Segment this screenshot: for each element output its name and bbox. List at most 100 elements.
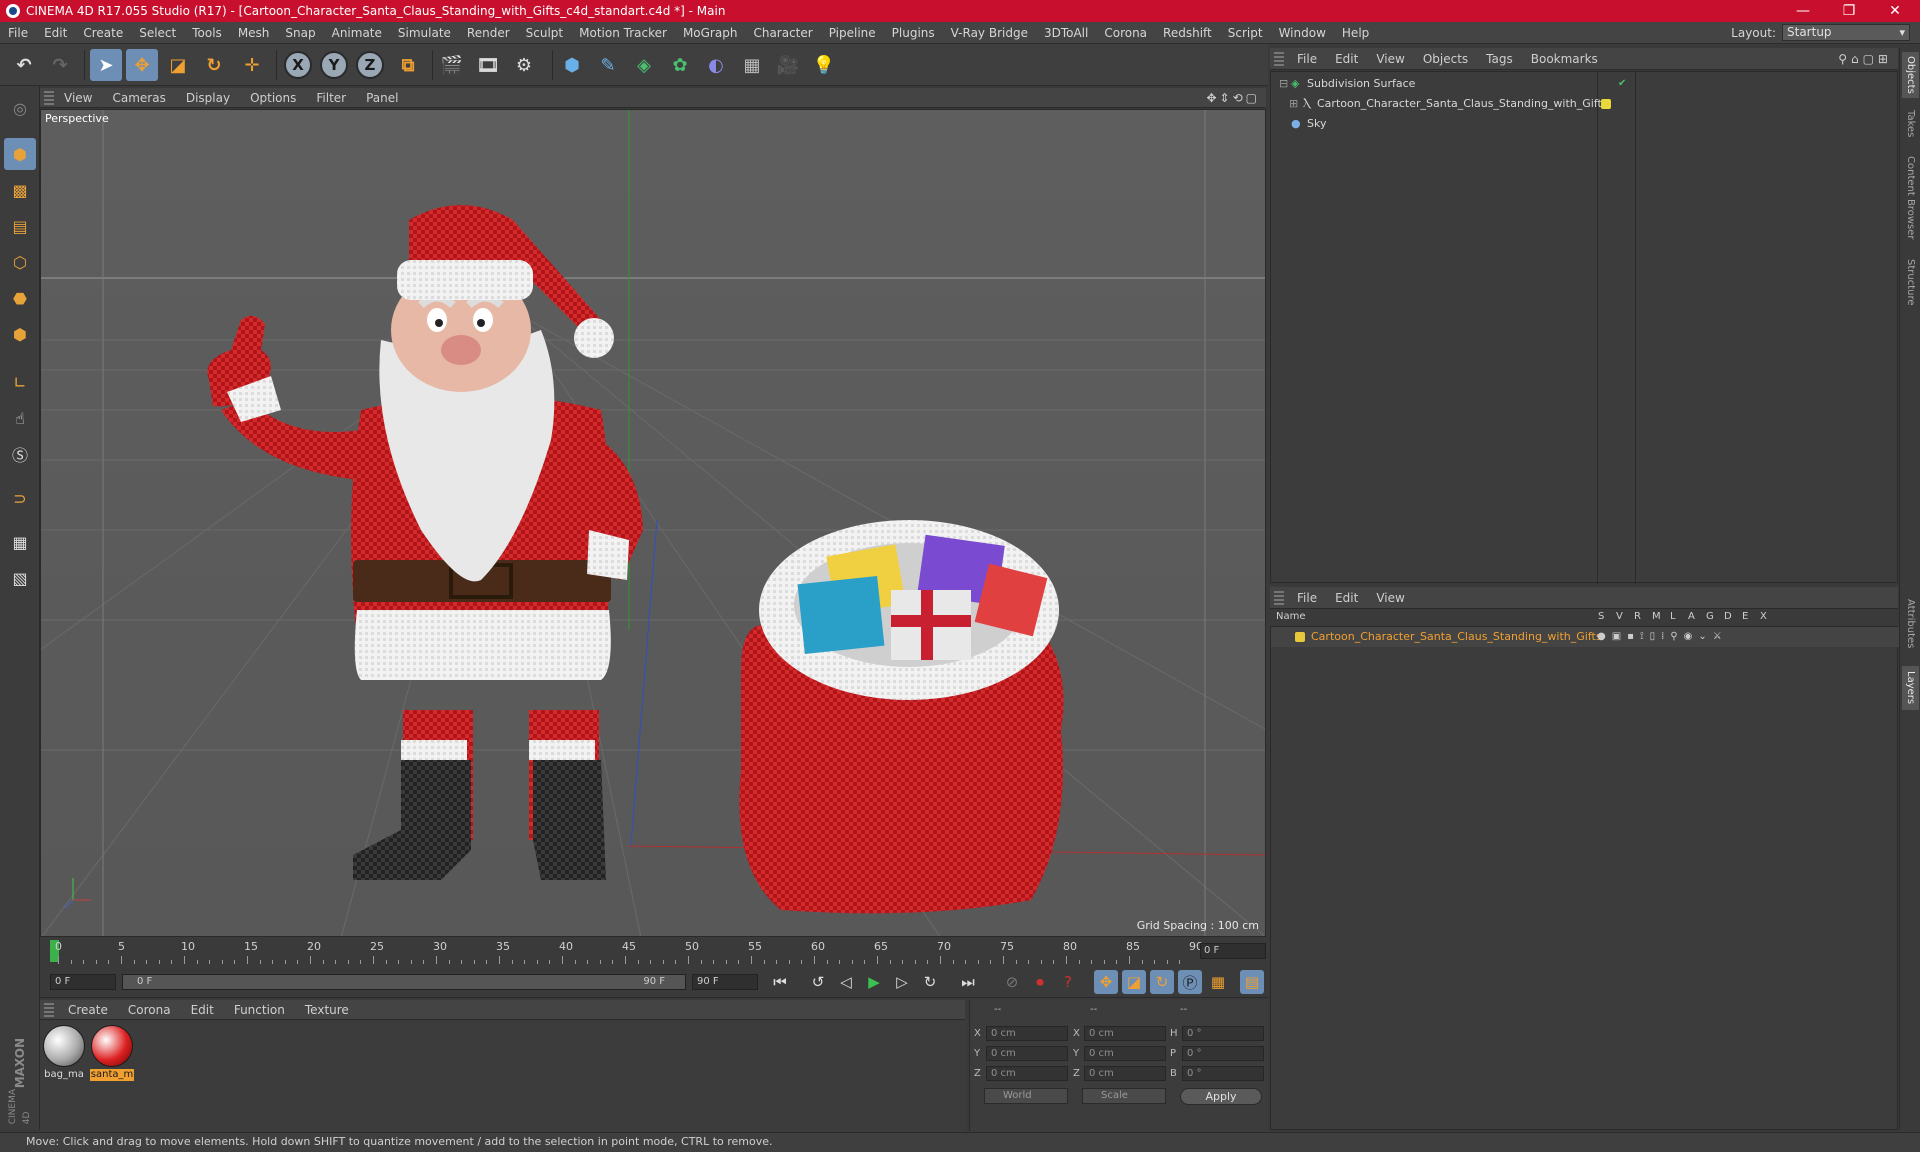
perspective-viewport[interactable]: Perspective Grid Spacing : 100 cm	[40, 109, 1266, 937]
position-y-field[interactable]: 0 cm	[986, 1046, 1068, 1061]
goto-previous-key-icon[interactable]: ↺	[806, 970, 830, 994]
deformer-icon[interactable]: ◐	[700, 49, 732, 81]
object-row-subdivision[interactable]: ⊟ ◈ Subdivision Surface ✔	[1271, 74, 1899, 94]
material-santa[interactable]: santa_m	[90, 1025, 134, 1081]
menu-redshift[interactable]: Redshift	[1155, 26, 1220, 40]
material-menu-create[interactable]: Create	[58, 1003, 118, 1017]
viewport-navigation-icon[interactable]: ✥⇕⟲▢	[1206, 91, 1260, 105]
floor-icon[interactable]: ▦	[736, 49, 768, 81]
menu-sculpt[interactable]: Sculpt	[518, 26, 571, 40]
cloner-icon[interactable]: ✿	[664, 49, 696, 81]
viewport-menu-view[interactable]: View	[54, 91, 102, 105]
model-mode-icon[interactable]: ⬢	[4, 138, 36, 170]
polygon-mode-icon[interactable]: ⬢	[4, 318, 36, 350]
tab-layers[interactable]: Layers	[1902, 666, 1919, 710]
menu-render[interactable]: Render	[459, 26, 518, 40]
menu-help[interactable]: Help	[1334, 26, 1377, 40]
position-z-field[interactable]: 0 cm	[986, 1066, 1068, 1081]
size-z-field[interactable]: 0 cm	[1084, 1066, 1166, 1081]
key-position-icon[interactable]: ✥	[1094, 970, 1118, 994]
workplane-mode-icon[interactable]: ▤	[4, 210, 36, 242]
scale-tool-icon[interactable]: ◪	[162, 49, 194, 81]
position-x-field[interactable]: 0 cm	[986, 1026, 1068, 1041]
move-tool-icon[interactable]: ✥	[126, 49, 158, 81]
menu-pipeline[interactable]: Pipeline	[821, 26, 884, 40]
frame-range-slider[interactable]: 0 F 90 F	[122, 974, 686, 990]
objects-menu-view[interactable]: View	[1367, 52, 1413, 66]
key-scale-icon[interactable]: ◪	[1122, 970, 1146, 994]
spline-pen-icon[interactable]: ✎	[592, 49, 624, 81]
key-pla-icon[interactable]: ▦	[1206, 970, 1230, 994]
render-view-icon[interactable]: 🎬	[436, 49, 468, 81]
layer-row[interactable]: Cartoon_Character_Santa_Claus_Standing_w…	[1271, 627, 1899, 647]
material-menu-function[interactable]: Function	[224, 1003, 295, 1017]
enabled-check-icon[interactable]: ✔	[1618, 74, 1626, 94]
end-frame-field[interactable]: 90 F	[692, 974, 758, 990]
redo-icon[interactable]: ↷	[44, 49, 76, 81]
timeline-window-icon[interactable]: ▤	[1240, 970, 1264, 994]
minimize-button[interactable]: —	[1780, 0, 1826, 22]
objects-menu-file[interactable]: File	[1288, 52, 1326, 66]
layer-flags-icon[interactable]: ●▣▪⟟▯⁞⚲◉⌄⚔	[1597, 627, 1728, 647]
rotation-p-field[interactable]: 0 °	[1182, 1046, 1264, 1061]
material-menu-corona[interactable]: Corona	[118, 1003, 181, 1017]
object-row-santa[interactable]: ⊞ Ⲗ Cartoon_Character_Santa_Claus_Standi…	[1271, 94, 1899, 114]
texture-mode-icon[interactable]: ▩	[4, 174, 36, 206]
menu-tools[interactable]: Tools	[184, 26, 230, 40]
subdivision-surface-icon[interactable]: ◈	[628, 49, 660, 81]
point-mode-icon[interactable]: ⬡	[4, 246, 36, 278]
search-icon[interactable]: ⚲⌂▢⊞	[1838, 52, 1892, 66]
goto-end-icon[interactable]: ⏭	[956, 970, 980, 994]
tab-takes[interactable]: Takes	[1902, 104, 1919, 144]
objects-menu-tags[interactable]: Tags	[1477, 52, 1522, 66]
start-frame-field[interactable]: 0 F	[50, 974, 116, 990]
menu-window[interactable]: Window	[1271, 26, 1334, 40]
menu-create[interactable]: Create	[75, 26, 131, 40]
layer-color-swatch[interactable]	[1601, 99, 1611, 109]
viewport-menu-filter[interactable]: Filter	[306, 91, 356, 105]
objects-menu-objects[interactable]: Objects	[1414, 52, 1477, 66]
menu-3dtoall[interactable]: 3DToAll	[1036, 26, 1096, 40]
menu-edit[interactable]: Edit	[36, 26, 75, 40]
restore-button[interactable]: ❐	[1826, 0, 1872, 22]
menu-plugins[interactable]: Plugins	[884, 26, 943, 40]
current-frame-field[interactable]: 0 F	[1200, 943, 1266, 959]
menu-mograph[interactable]: MoGraph	[675, 26, 746, 40]
play-forward-icon[interactable]: ▶	[862, 970, 886, 994]
z-axis-lock-button[interactable]: Z	[356, 51, 384, 79]
axis-mode-icon[interactable]: ∟	[4, 366, 36, 398]
close-button[interactable]: ✕	[1872, 0, 1918, 22]
autokey-icon[interactable]: ⏺	[1028, 970, 1052, 994]
step-forward-icon[interactable]: ▷	[890, 970, 914, 994]
rotation-h-field[interactable]: 0 °	[1182, 1026, 1264, 1041]
menu-file[interactable]: File	[0, 26, 36, 40]
menu-script[interactable]: Script	[1220, 26, 1271, 40]
tweak-mode-icon[interactable]: ☝	[4, 402, 36, 434]
viewport-menu-options[interactable]: Options	[240, 91, 306, 105]
tab-attributes[interactable]: Attributes	[1902, 588, 1919, 660]
timeline-ruler[interactable]: 0 5 10 15 20 25 30 35 40 45 50 55 60 65 70 75 80 85 90	[40, 938, 1268, 964]
coordinate-mode-dropdown[interactable]: World	[984, 1088, 1068, 1104]
menu-select[interactable]: Select	[131, 26, 184, 40]
objects-menu-bookmarks[interactable]: Bookmarks	[1522, 52, 1607, 66]
visibility-toggle[interactable]	[1601, 79, 1611, 89]
size-x-field[interactable]: 0 cm	[1084, 1026, 1166, 1041]
viewport-menu-panel[interactable]: Panel	[356, 91, 408, 105]
viewport-menu-cameras[interactable]: Cameras	[102, 91, 175, 105]
key-parameter-icon[interactable]: Ⓟ	[1178, 970, 1202, 994]
material-bag[interactable]: bag_ma	[42, 1025, 86, 1081]
menu-vray-bridge[interactable]: V-Ray Bridge	[943, 26, 1036, 40]
menu-mesh[interactable]: Mesh	[230, 26, 278, 40]
step-back-icon[interactable]: ◁	[834, 970, 858, 994]
object-row-sky[interactable]: ● Sky	[1271, 114, 1899, 134]
record-keys-icon[interactable]: ⊘	[1000, 970, 1024, 994]
coordinate-system-icon[interactable]: ⧉	[392, 49, 424, 81]
menu-character[interactable]: Character	[745, 26, 820, 40]
transform-tool-icon[interactable]: ✛	[236, 49, 268, 81]
key-rotation-icon[interactable]: ↻	[1150, 970, 1174, 994]
menu-snap[interactable]: Snap	[277, 26, 323, 40]
layer-color-swatch[interactable]	[1295, 632, 1305, 642]
cube-primitive-icon[interactable]: ⬢	[556, 49, 588, 81]
goto-next-key-icon[interactable]: ↻	[918, 970, 942, 994]
render-picture-viewer-icon[interactable]: 🎞	[472, 49, 504, 81]
